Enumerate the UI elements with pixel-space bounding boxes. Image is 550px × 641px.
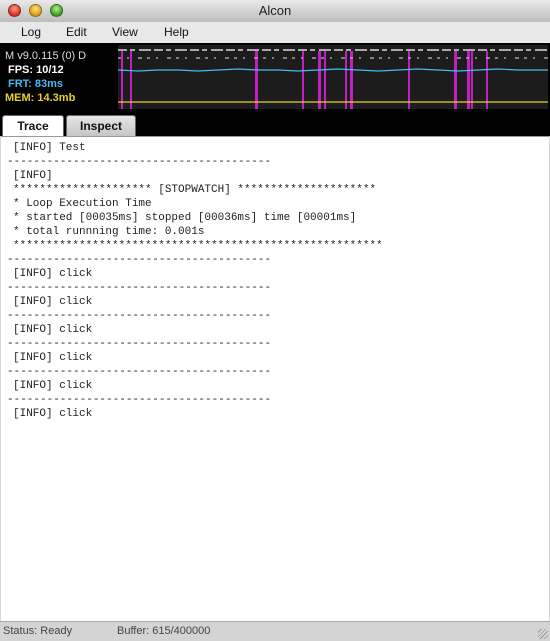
log-line: [INFO] click bbox=[13, 324, 93, 336]
log-line: [INFO] click bbox=[13, 296, 93, 308]
log-line: * total runnning time: 0.001s bbox=[13, 226, 205, 238]
menu-edit[interactable]: Edit bbox=[66, 25, 87, 39]
graph-spike bbox=[318, 51, 321, 109]
log-separator: ---------------------------------------- bbox=[7, 310, 272, 322]
status-text: Status: Ready bbox=[3, 625, 73, 637]
graph-spike bbox=[408, 51, 410, 109]
tab-bar: Trace Inspect bbox=[0, 113, 550, 136]
buffer-readout: Buffer: 615/400000 bbox=[117, 625, 211, 637]
graph-spike bbox=[121, 51, 123, 109]
stopwatch-header: ********************* [STOPWATCH] ******… bbox=[13, 184, 377, 196]
fps-readout: FPS: 10/12 bbox=[8, 64, 64, 76]
menu-bar: Log Edit View Help bbox=[0, 22, 550, 44]
frt-readout: FRT: 83ms bbox=[8, 78, 64, 90]
graph-spike bbox=[130, 51, 132, 109]
log-line: [INFO] click bbox=[13, 268, 93, 280]
graph-spike bbox=[255, 51, 258, 109]
title-bar: Alcon bbox=[0, 0, 550, 23]
log-line: [INFO] click bbox=[13, 380, 93, 392]
log-separator: ---------------------------------------- bbox=[7, 254, 272, 266]
log-separator: ---------------------------------------- bbox=[7, 338, 272, 350]
log-line: [INFO] click bbox=[13, 352, 93, 364]
graph-spike bbox=[486, 51, 488, 109]
resize-grip-icon[interactable] bbox=[538, 629, 548, 639]
version-label: M v9.0.115 (0) D bbox=[5, 50, 87, 62]
log-line: * Loop Execution Time bbox=[13, 198, 152, 210]
menu-help[interactable]: Help bbox=[164, 25, 189, 39]
tab-inspect[interactable]: Inspect bbox=[66, 115, 136, 136]
graph-spike bbox=[471, 51, 473, 109]
graph-spike bbox=[454, 51, 457, 109]
log-separator: ---------------------------------------- bbox=[7, 156, 272, 168]
log-line: [INFO] Test bbox=[13, 142, 86, 154]
log-line: [INFO] click bbox=[13, 408, 93, 420]
log-line: [INFO] bbox=[13, 170, 53, 182]
menu-log[interactable]: Log bbox=[21, 25, 41, 39]
graph-spike bbox=[302, 51, 304, 109]
trace-log[interactable]: [INFO] Test ----------------------------… bbox=[1, 136, 549, 621]
tab-trace[interactable]: Trace bbox=[2, 115, 64, 136]
graph-spike bbox=[350, 51, 353, 109]
log-separator: ---------------------------------------- bbox=[7, 282, 272, 294]
status-bar: Status: Ready Buffer: 615/400000 bbox=[0, 621, 550, 641]
graph-spike bbox=[345, 51, 347, 109]
menu-view[interactable]: View bbox=[112, 25, 138, 39]
graph-spike bbox=[324, 51, 326, 109]
stopwatch-footer: ****************************************… bbox=[13, 240, 383, 252]
performance-graph bbox=[118, 45, 548, 109]
graph-background bbox=[118, 45, 548, 109]
mem-readout: MEM: 14.3mb bbox=[5, 92, 76, 104]
window-title: Alcon bbox=[258, 3, 292, 18]
log-separator: ---------------------------------------- bbox=[7, 394, 272, 406]
performance-monitor: M v9.0.115 (0) D FPS: 10/12 FRT: 83ms ME… bbox=[0, 43, 550, 113]
graph-spike bbox=[467, 51, 470, 109]
log-separator: ---------------------------------------- bbox=[7, 366, 272, 378]
log-line: * started [00035ms] stopped [00036ms] ti… bbox=[13, 212, 357, 224]
